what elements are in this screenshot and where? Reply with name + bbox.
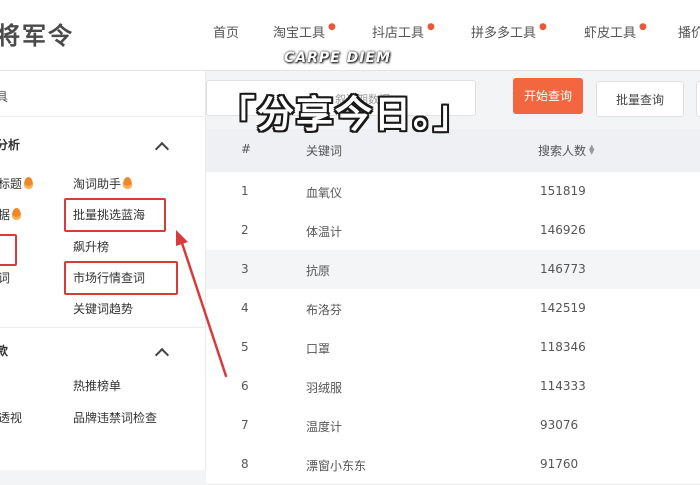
nav-shopee-tools[interactable]: 虾皮工具 ● <box>584 22 647 41</box>
cell-index: 5 <box>241 340 249 354</box>
dropdown-dot-icon: ● <box>639 22 647 32</box>
column-header-searches[interactable]: 搜索人数 ▲ ▼ <box>538 142 594 159</box>
cell-searches: 151819 <box>540 184 586 198</box>
cell-keyword: 漂窗小东东 <box>306 459 367 473</box>
cell-index: 8 <box>241 457 249 471</box>
sidebar: 具 分析 标题 淘词助手 据 批量挑选蓝海 飙升榜 词 市场行情查词 关键词趋势… <box>0 71 206 470</box>
site-logo[interactable]: 将军令 <box>0 16 74 51</box>
table-row[interactable]: 4 布洛芬 142519 <box>206 289 700 329</box>
sidebar-item-soaring-list[interactable]: 飙升榜 <box>73 238 109 255</box>
cell-keyword: 血氧仪 <box>306 186 343 200</box>
cell-keyword: 口罩 <box>306 342 331 356</box>
cell-keyword: 布洛芬 <box>306 303 343 317</box>
extra-button[interactable] <box>696 81 700 117</box>
chevron-up-icon[interactable] <box>154 141 170 157</box>
nav-taobao-tools[interactable]: 淘宝工具 ● <box>273 22 336 41</box>
table-row[interactable]: 8 漂窗小东东 91760 <box>206 445 700 485</box>
sidebar-item-word[interactable]: 词 <box>0 269 10 286</box>
highlight-box-market <box>64 261 178 295</box>
column-header-keyword: 关键词 <box>306 144 343 158</box>
cell-index: 7 <box>241 418 249 432</box>
cell-searches: 91760 <box>540 457 579 471</box>
dropdown-dot-icon: ● <box>427 22 435 32</box>
highlight-box-batch <box>64 198 166 232</box>
nav-more[interactable]: 播价 <box>678 22 700 41</box>
start-query-button[interactable]: 开始查询 <box>513 78 583 114</box>
cell-keyword: 温度计 <box>306 420 343 434</box>
sidebar-item-title[interactable]: 标题 <box>0 175 34 192</box>
sidebar-item-hot-list[interactable]: 热推榜单 <box>73 377 121 394</box>
divider <box>0 327 205 328</box>
cell-searches: 114333 <box>540 379 586 393</box>
section-title-products: 款 <box>0 344 9 358</box>
dropdown-dot-icon: ● <box>328 22 336 32</box>
divider <box>0 116 205 117</box>
section-title-analysis: 分析 <box>0 138 21 152</box>
cell-index: 6 <box>241 379 249 393</box>
cell-searches: 146773 <box>540 262 586 276</box>
sidebar-item-perspective[interactable]: 透视 <box>0 409 22 426</box>
chevron-up-icon[interactable] <box>154 347 170 363</box>
sidebar-item-word-helper[interactable]: 淘词助手 <box>73 175 133 192</box>
cell-searches: 146926 <box>540 223 586 237</box>
nav-pinduoduo-tools[interactable]: 拼多多工具 ● <box>471 22 547 41</box>
cell-index: 3 <box>241 262 249 276</box>
cell-searches: 118346 <box>540 340 586 354</box>
sidebar-item-data[interactable]: 据 <box>0 206 22 223</box>
table-row[interactable]: 1 血氧仪 151819 <box>206 172 700 212</box>
sort-icon[interactable]: ▲ ▼ <box>589 144 594 156</box>
table-row[interactable]: 2 体温计 146926 <box>206 211 700 251</box>
cell-index: 4 <box>241 301 249 315</box>
nav-douyin-tools[interactable]: 抖店工具 ● <box>372 22 435 41</box>
dropdown-dot-icon: ● <box>539 22 547 32</box>
fire-icon <box>12 208 22 220</box>
fire-icon <box>24 177 34 189</box>
nav-home[interactable]: 首页 <box>213 22 239 41</box>
cell-keyword: 体温计 <box>306 225 343 239</box>
overlay-headline: 「分享今日。」 <box>218 93 473 136</box>
column-header-index: # <box>241 142 252 156</box>
sidebar-item-keyword-trend[interactable]: 关键词趋势 <box>73 300 133 317</box>
table-row[interactable]: 7 温度计 93076 <box>206 406 700 446</box>
cell-keyword: 抗原 <box>306 264 331 278</box>
overlay-subtitle: CARPE DIEM <box>284 50 391 66</box>
table-row[interactable]: 3 抗原 146773 <box>206 250 700 290</box>
cell-index: 2 <box>241 223 249 237</box>
sidebar-search-label[interactable]: 具 <box>0 88 8 105</box>
cell-searches: 142519 <box>540 301 586 315</box>
cell-index: 1 <box>241 184 249 198</box>
highlight-box-left <box>0 234 17 266</box>
table-row[interactable]: 5 口罩 118346 <box>206 328 700 368</box>
table-row[interactable]: 6 羽绒服 114333 <box>206 367 700 407</box>
sidebar-item-brand-check[interactable]: 品牌违禁词检查 <box>73 409 157 426</box>
cell-keyword: 羽绒服 <box>306 381 343 395</box>
cell-searches: 93076 <box>540 418 579 432</box>
batch-query-button[interactable]: 批量查询 <box>596 81 684 117</box>
fire-icon <box>123 177 133 189</box>
